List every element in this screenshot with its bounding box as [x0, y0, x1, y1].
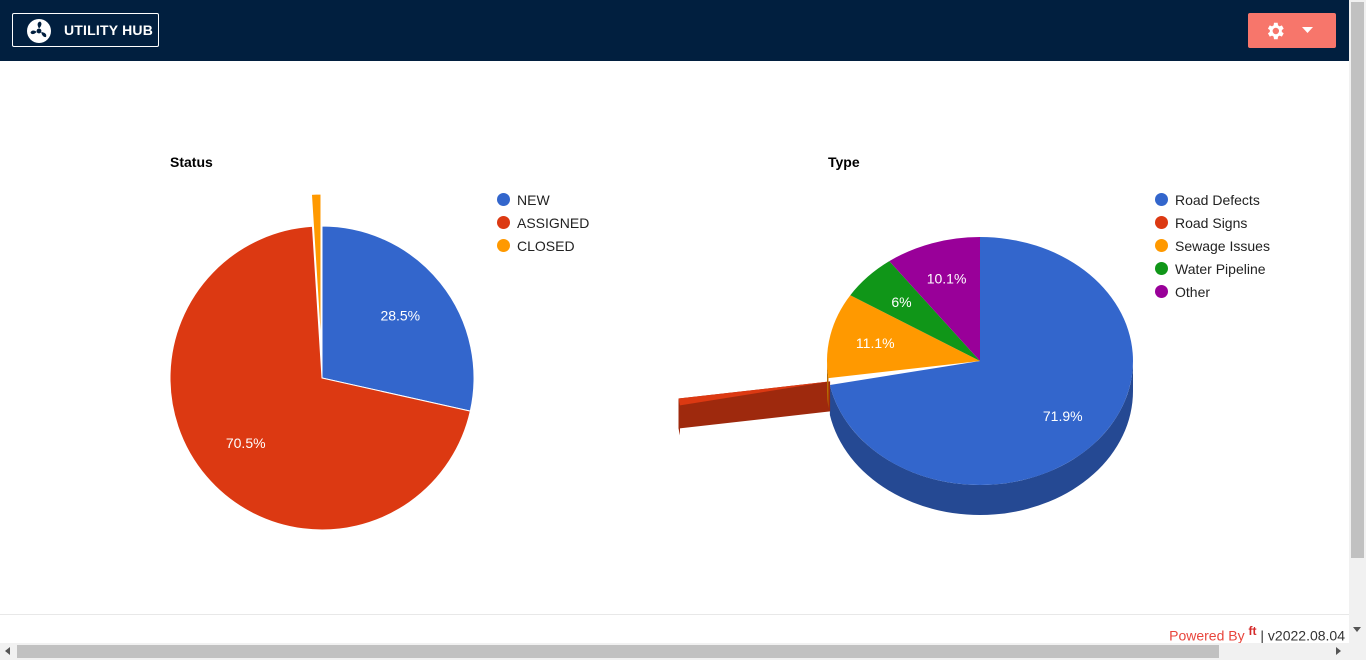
type-pie-chart: 71.9% 11.1% 6% 10.1% [678, 237, 1133, 515]
slice-label-road-defects: 71.9% [1043, 408, 1083, 424]
footer: Powered By ft | v2022.08.04 [0, 614, 1349, 646]
vertical-scrollbar-thumb[interactable] [1351, 2, 1364, 558]
legend-label: Other [1175, 283, 1211, 300]
legend-item-road-signs[interactable]: Road Signs [1155, 211, 1270, 234]
legend-dot-icon [1155, 193, 1168, 206]
legend-item-water-pipeline[interactable]: Water Pipeline [1155, 257, 1270, 280]
footer-separator: | [1260, 627, 1265, 644]
scroll-right-arrow-icon[interactable] [1336, 647, 1341, 655]
legend-label: Water Pipeline [1175, 260, 1266, 277]
legend-label: Road Defects [1175, 191, 1260, 208]
version-label: v2022.08.04 [1267, 627, 1345, 644]
slice-label-water-pipeline: 6% [891, 294, 911, 310]
legend-item-road-defects[interactable]: Road Defects [1155, 188, 1270, 211]
footer-text: Powered By ft | v2022.08.04 [1169, 624, 1345, 644]
legend-item-sewage-issues[interactable]: Sewage Issues [1155, 234, 1270, 257]
scroll-left-arrow-icon[interactable] [5, 647, 10, 655]
legend-dot-icon [1155, 216, 1168, 229]
horizontal-scrollbar[interactable] [0, 643, 1366, 660]
horizontal-scrollbar-thumb[interactable] [17, 645, 1219, 658]
slice-side-road-signs [678, 381, 831, 436]
powered-by-label: Powered By [1169, 627, 1245, 644]
legend-dot-icon [1155, 285, 1168, 298]
vertical-scrollbar[interactable] [1349, 0, 1366, 643]
legend-dot-icon [1155, 262, 1168, 275]
vendor-logo-icon[interactable]: ft [1249, 624, 1257, 638]
scroll-down-arrow-icon[interactable] [1353, 627, 1361, 632]
slice-label-other: 10.1% [927, 271, 967, 287]
slice-label-sewage-issues: 11.1% [856, 335, 895, 351]
legend-label: Sewage Issues [1175, 237, 1270, 254]
legend-item-other[interactable]: Other [1155, 280, 1270, 303]
legend-dot-icon [1155, 239, 1168, 252]
type-legend: Road Defects Road Signs Sewage Issues Water… [1155, 188, 1270, 303]
legend-label: Road Signs [1175, 214, 1248, 231]
